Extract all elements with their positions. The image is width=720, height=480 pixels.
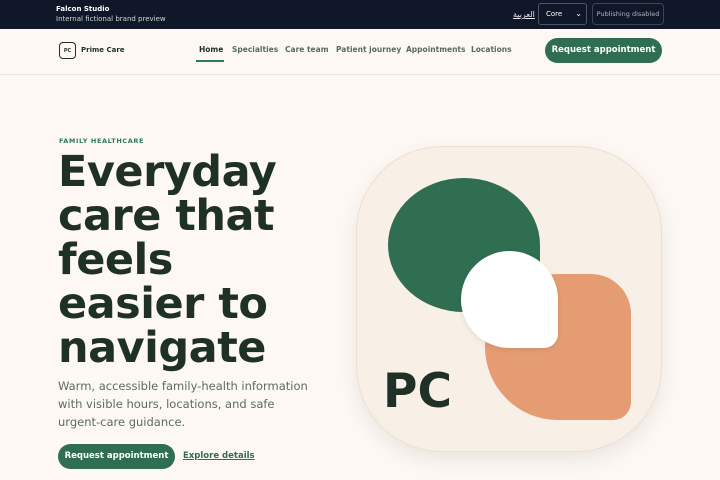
theme-select[interactable]: Core ⌄ bbox=[538, 3, 587, 25]
preview-bar: Falcon Studio Internal fictional brand p… bbox=[0, 0, 720, 29]
nav-home[interactable]: Home bbox=[199, 45, 223, 54]
language-switch-link[interactable]: العربية bbox=[513, 10, 535, 19]
request-appointment-button[interactable]: Request appointment bbox=[545, 38, 662, 63]
hero-request-appointment-button[interactable]: Request appointment bbox=[58, 444, 175, 469]
studio-name: Falcon Studio bbox=[56, 5, 110, 13]
nav-patient-journey[interactable]: Patient journey bbox=[336, 45, 401, 54]
headline-line: Everyday bbox=[58, 147, 277, 197]
logo-mark[interactable]: PC bbox=[59, 42, 76, 59]
headline-line: care that bbox=[58, 191, 275, 241]
site-header: PC Prime Care Home Specialties Care team… bbox=[0, 29, 720, 75]
headline-line: easier to bbox=[58, 279, 268, 329]
headline-line: feels bbox=[58, 235, 173, 285]
hero-headline: Everyday care that feels easier to navig… bbox=[58, 150, 348, 370]
chevron-down-icon: ⌄ bbox=[575, 9, 582, 18]
headline-line: navigate bbox=[58, 323, 266, 373]
explore-details-link[interactable]: Explore details bbox=[183, 451, 255, 461]
publishing-disabled-button[interactable]: Publishing disabled bbox=[592, 3, 664, 25]
hero-illustration: PC bbox=[356, 146, 662, 452]
hero-lede: Warm, accessible family-health informati… bbox=[58, 379, 308, 429]
nav-appointments[interactable]: Appointments bbox=[406, 45, 465, 54]
preview-note: Internal fictional brand preview bbox=[56, 15, 166, 23]
hero-eyebrow: FAMILY HEALTHCARE bbox=[59, 137, 145, 145]
nav-care-team[interactable]: Care team bbox=[285, 45, 329, 54]
nav-specialties[interactable]: Specialties bbox=[232, 45, 278, 54]
white-shape bbox=[461, 251, 558, 348]
illustration-initials: PC bbox=[383, 364, 452, 419]
active-nav-indicator bbox=[196, 60, 224, 62]
nav-locations[interactable]: Locations bbox=[471, 45, 512, 54]
brand-name[interactable]: Prime Care bbox=[81, 46, 125, 54]
theme-select-value: Core bbox=[546, 10, 563, 18]
